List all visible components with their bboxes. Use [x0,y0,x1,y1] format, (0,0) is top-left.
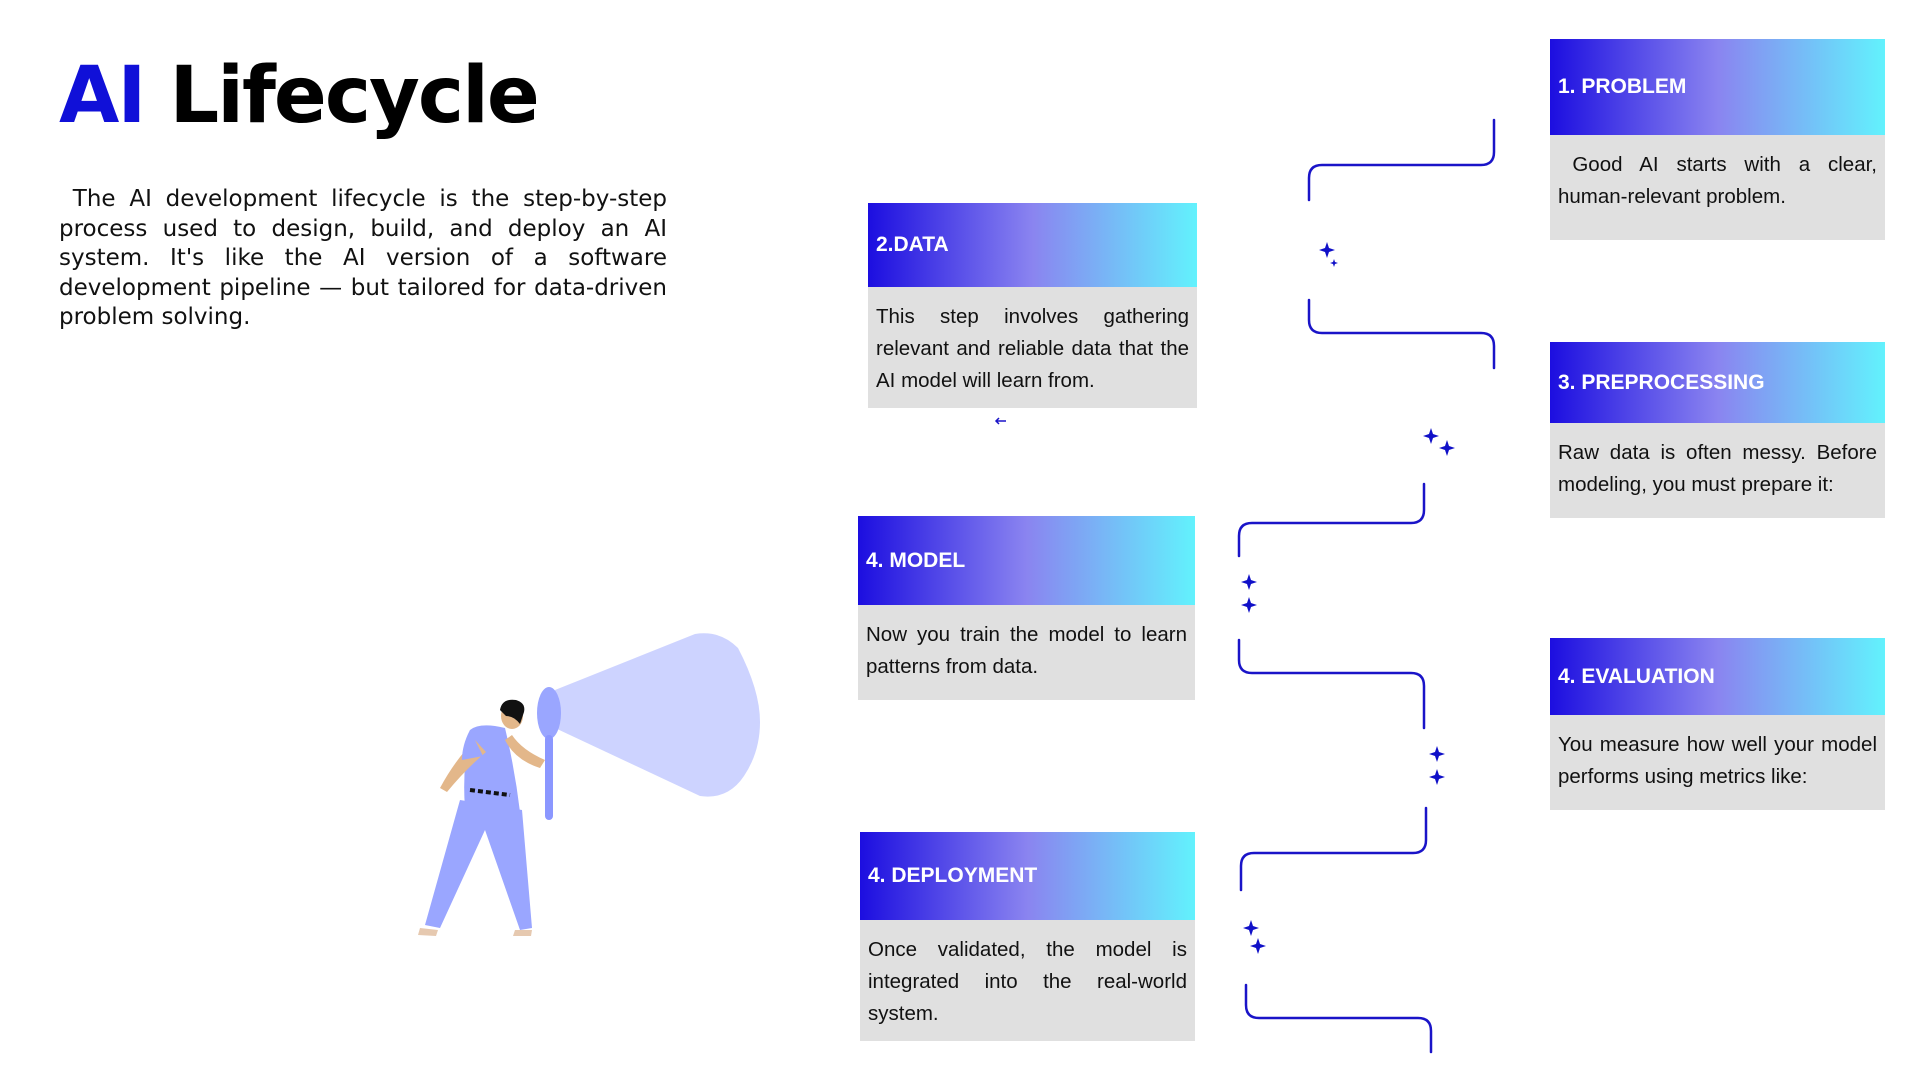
person-shoe-left [418,928,438,936]
step-card-evaluation: 4. EVALUATION You measure how well your … [1550,638,1885,810]
step-title-evaluation: 4. EVALUATION [1550,638,1885,715]
step-title-problem: 1. PROBLEM [1550,39,1885,135]
megaphone-handle [545,735,553,820]
step-text-model: Now you train the model to learn pattern… [858,605,1195,700]
step-text-data: This step involves gathering relevant an… [868,287,1197,408]
step-card-preprocessing: 3. PREPROCESSING Raw data is often messy… [1550,342,1885,518]
step-title-preprocessing: 3. PREPROCESSING [1550,342,1885,423]
step-card-model: 4. MODEL Now you train the model to lear… [858,516,1195,700]
step-card-problem: 1. PROBLEM Good AI starts with a clear, … [1550,39,1885,240]
step-title-deployment: 4. DEPLOYMENT [860,832,1195,920]
step-text-evaluation: You measure how well your model performs… [1550,715,1885,810]
step-text-problem: Good AI starts with a clear, human-relev… [1550,135,1885,240]
step-title-data: 2.DATA [868,203,1197,287]
light-beam [555,633,760,797]
step-text-deployment: Once validated, the model is integrated … [860,920,1195,1041]
person-legs [425,800,532,930]
step-title-model: 4. MODEL [858,516,1195,605]
person-shoe-right [513,930,532,936]
megaphone [537,687,561,739]
step-card-data: 2.DATA This step involves gathering rele… [868,203,1197,408]
step-text-preprocessing: Raw data is often messy. Before modeling… [1550,423,1885,518]
step-card-deployment: 4. DEPLOYMENT Once validated, the model … [860,832,1195,1041]
